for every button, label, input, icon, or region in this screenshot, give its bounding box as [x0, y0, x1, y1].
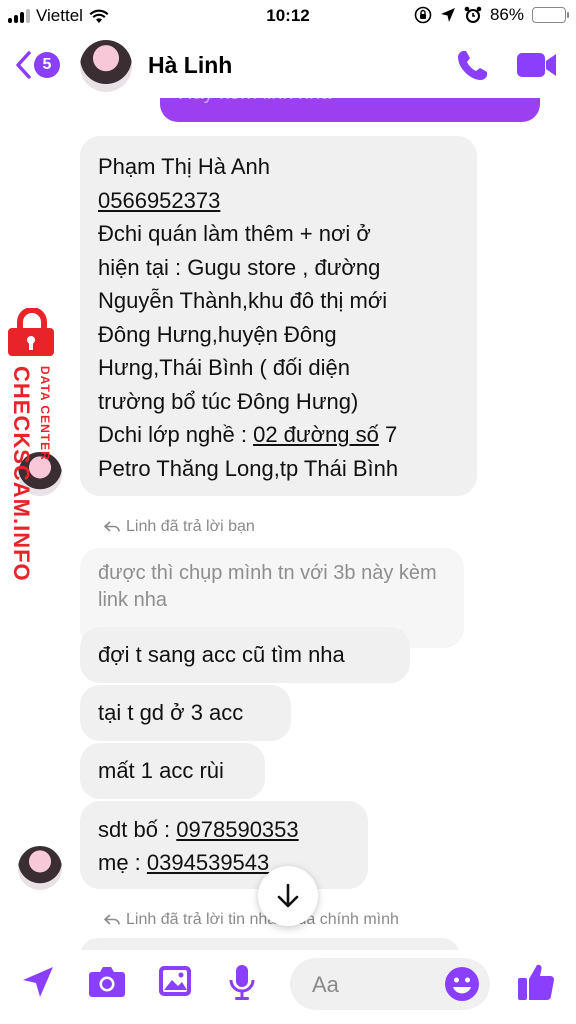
back-button[interactable]: 5 — [14, 50, 60, 80]
padlock-icon — [8, 308, 54, 356]
status-bar: Viettel 10:12 86% — [0, 0, 576, 34]
message-input-placeholder: Aa — [312, 972, 339, 997]
status-right: 86% — [414, 5, 569, 25]
info-line-prefix: Dchi lớp nghề : — [98, 422, 254, 447]
info-line: Hưng,Thái Bình ( đối diện — [98, 355, 350, 380]
message-input[interactable]: Aa — [290, 958, 490, 1010]
battery-percent: 86% — [489, 5, 524, 24]
reply-arrow-icon — [104, 521, 120, 532]
chat-header: 5 Hà Linh — [0, 34, 576, 98]
phone-link[interactable]: 0978590353 — [176, 817, 298, 842]
reply-label-text: Linh đã trả lời tin nhắn của chính mình — [126, 911, 399, 928]
info-line: Đchi quán làm thêm + nơi ở — [98, 221, 371, 246]
battery-icon — [532, 7, 569, 23]
message-bubble[interactable]: đợi t sang acc cũ tìm nha — [80, 627, 410, 683]
arrow-down-icon — [277, 883, 299, 908]
message-bubble[interactable]: mất 1 acc rùi — [80, 743, 265, 799]
alarm-icon — [464, 6, 482, 23]
thumbs-up-icon[interactable] — [516, 962, 556, 1002]
video-call-icon[interactable] — [516, 50, 558, 80]
info-line: Đông Hưng,huyện Đông — [98, 321, 337, 347]
info-line: Nguyễn Thành,khu đô thị mới — [98, 288, 388, 313]
phone-line: mẹ : 0394539543 — [98, 846, 350, 879]
phone-label: sdt bố : — [98, 817, 177, 842]
phone-label: mẹ : — [98, 850, 147, 875]
send-location-icon[interactable] — [20, 964, 56, 1000]
watermark-main-text: CHECKSCAM.INFO — [9, 366, 34, 582]
camera-icon[interactable] — [88, 964, 126, 998]
info-line: hiện tại : Gugu store , đường — [98, 254, 381, 280]
composer-bar: Aa — [0, 950, 576, 1024]
info-line: Dchi lớp nghề : 02 đường số 7 — [98, 418, 459, 452]
phone-icon[interactable] — [454, 48, 490, 84]
orientation-lock-icon — [414, 6, 432, 24]
emoji-icon[interactable] — [444, 966, 480, 1002]
info-line: Phạm Thị Hà Anh — [98, 154, 271, 179]
contact-name[interactable]: Hà Linh — [148, 52, 232, 79]
message-bubble[interactable]: tại t gd ở 3 acc — [80, 685, 291, 741]
message-bubble-phones[interactable]: sdt bố : 0978590353 mẹ : 0394539543 — [80, 801, 368, 889]
gallery-icon[interactable] — [157, 964, 193, 998]
sender-avatar[interactable] — [18, 846, 62, 890]
reply-label: Linh đã trả lời bạn — [104, 518, 255, 536]
info-line: Petro Thăng Long,tp Thái Bình — [98, 455, 399, 481]
info-line-suffix: 7 — [378, 422, 398, 447]
contact-avatar[interactable] — [80, 40, 132, 92]
address-link[interactable]: 02 đường số — [253, 422, 379, 447]
watermark-sub-text: DATA CENTER — [38, 366, 52, 461]
message-bubble-info[interactable]: Phạm Thị Hà Anh 0566952373 Đchi quán làm… — [80, 136, 477, 496]
reply-arrow-icon — [104, 914, 120, 925]
reply-label: Linh đã trả lời tin nhắn của chính mình — [104, 911, 399, 929]
unread-count-badge: 5 — [34, 52, 60, 78]
chevron-left-icon — [16, 51, 31, 79]
phone-link[interactable]: 0394539543 — [147, 850, 269, 875]
microphone-icon[interactable] — [228, 964, 256, 1002]
location-icon — [440, 8, 455, 22]
reply-label-text: Linh đã trả lời bạn — [126, 518, 255, 535]
info-line: trường bổ túc Đông Hưng) — [98, 388, 359, 414]
watermark: CHECKSCAM.INFO DATA CENTER — [2, 308, 66, 598]
phone-link[interactable]: 0566952373 — [98, 184, 459, 218]
scroll-to-bottom-button[interactable] — [258, 866, 318, 926]
phone-line: sdt bố : 0978590353 — [98, 813, 350, 846]
